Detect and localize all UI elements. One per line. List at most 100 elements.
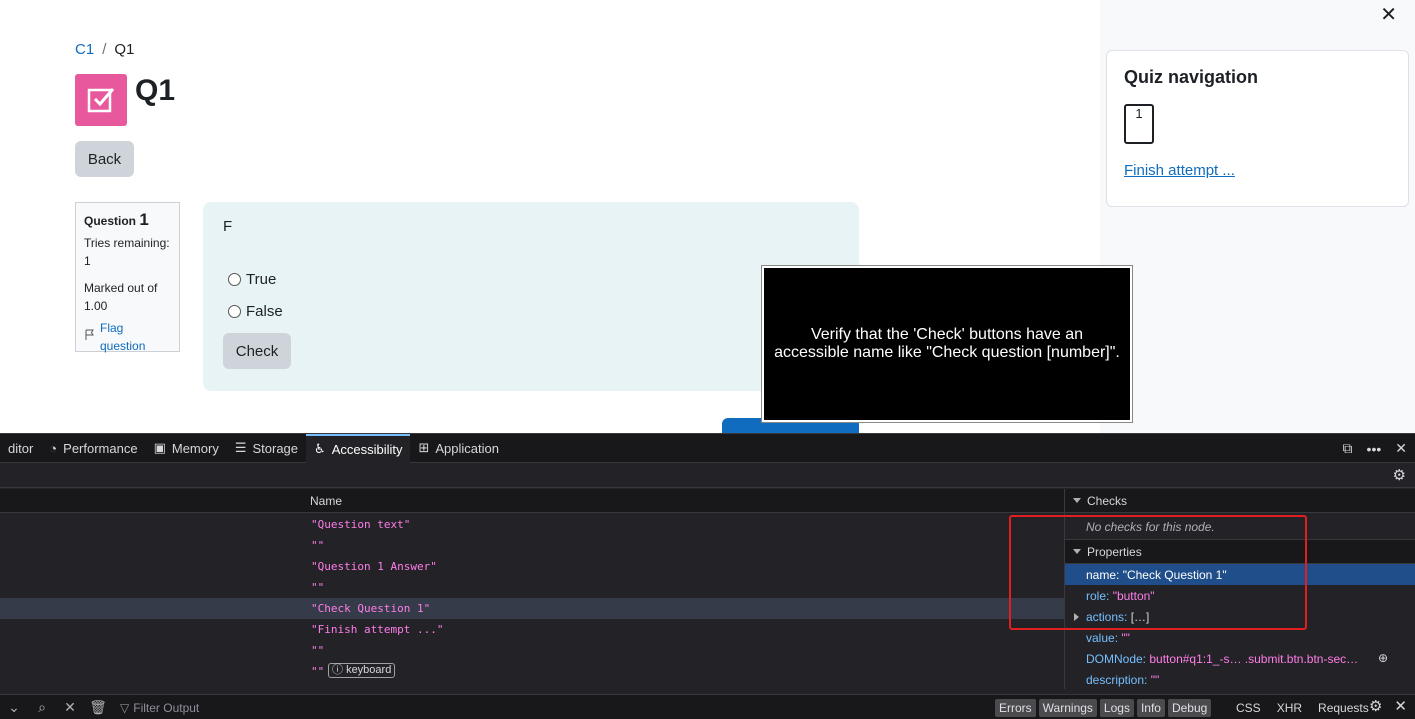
moodle-page: C1 / Q1 Q1 Back Question 1 Tries remaini… (0, 0, 1415, 433)
checks-header-label: Checks (1087, 493, 1128, 508)
flag-question-label: Flag question (100, 321, 146, 353)
finish-attempt-link[interactable]: Finish attempt ... (1124, 162, 1391, 179)
quiz-navigation-title: Quiz navigation (1124, 67, 1259, 87)
tree-row[interactable]: "" (0, 535, 1064, 556)
tree-row[interactable]: "" (0, 577, 1064, 598)
tree-row[interactable]: "Question text" (0, 514, 1064, 535)
console-settings-icon[interactable]: ⚙ (1369, 697, 1382, 715)
filter-icon: ▽ (120, 700, 130, 715)
filter-logs[interactable]: Logs (1099, 699, 1134, 717)
tries-remaining: Tries remaining: 1 (84, 236, 170, 268)
close-icon[interactable]: ✕ (1380, 2, 1397, 27)
tree-header: Name (0, 489, 1064, 513)
tab-memory[interactable]: ▣ Memory (146, 434, 227, 463)
answer-option-false[interactable]: False (223, 295, 839, 327)
application-icon: ⊞ (418, 440, 430, 455)
tab-application[interactable]: ⊞ Application (410, 434, 507, 463)
checks-header[interactable]: Checks (1065, 489, 1415, 513)
search-icon[interactable]: ⌕ (28, 699, 56, 716)
radio-true[interactable] (228, 272, 241, 286)
breadcrumb-separator: / (102, 41, 107, 58)
filter-warnings[interactable]: Warnings (1038, 699, 1097, 717)
filter-errors[interactable]: Errors (995, 699, 1036, 717)
tree-row[interactable]: "" (0, 640, 1064, 661)
filter-requests[interactable]: Requests (1318, 699, 1369, 717)
accessibility-toolbar: ⚙ (0, 464, 1415, 488)
quiz-drawer: ✕ Quiz navigation 1 Finish attempt ... (1100, 0, 1415, 433)
question-info-box: Question 1 Tries remaining: 1 Marked out… (75, 202, 180, 355)
tab-performance-label: Performance (63, 440, 138, 456)
filter-output-placeholder: Filter Output (133, 700, 200, 715)
property-key: description: (1086, 673, 1148, 687)
trash-icon[interactable]: 🗑 (84, 699, 112, 716)
more-options-icon[interactable]: ••• (1367, 441, 1382, 457)
quiz-icon (75, 74, 127, 126)
tree-row-name: "" (311, 665, 325, 678)
answer-label-true: True (246, 270, 277, 288)
keyboard-badge[interactable]: ⓘ keyboard (328, 663, 396, 678)
close-devtools-icon[interactable]: ✕ (1395, 440, 1407, 457)
tree-row[interactable]: "Question 1 Answer" (0, 556, 1064, 577)
radio-false[interactable] (228, 304, 241, 318)
tab-performance[interactable]: ◔ Performance (41, 434, 145, 463)
tab-application-label: Application (435, 440, 499, 456)
breadcrumb: C1 / Q1 (75, 41, 134, 58)
page-title: Q1 (135, 74, 176, 107)
tab-accessibility[interactable]: ♿ Accessibility (306, 433, 411, 463)
question-number-value: 1 (139, 210, 149, 229)
filter-output-input[interactable]: ▽ Filter Output (120, 701, 199, 715)
question-content: F True False Check (203, 202, 859, 391)
filter-xhr[interactable]: XHR (1277, 699, 1302, 717)
tree-row-name: "" (311, 581, 325, 594)
quiz-nav-button-1[interactable]: 1 (1124, 104, 1154, 144)
tab-style-editor[interactable]: ditor (0, 434, 41, 463)
storage-icon: ☰ (234, 440, 247, 455)
question-text: F (223, 218, 233, 235)
tree-row-name: "Finish attempt ..." (311, 623, 444, 636)
back-button[interactable]: Back (75, 141, 134, 177)
keyboard-badge-label: keyboard (346, 664, 392, 676)
console-bar: ⌄ ⌕ ✕ 🗑 ▽ Filter Output Errors Warnings … (0, 694, 1415, 719)
tree-row[interactable]: "Finish attempt ..." (0, 619, 1064, 640)
property-description[interactable]: description: "" (1065, 669, 1415, 690)
performance-icon: ◔ (49, 440, 58, 456)
property-key: DOMNode: (1086, 652, 1147, 666)
close-console-icon[interactable]: ✕ (1394, 697, 1407, 715)
accessibility-tree: "Question text" "" "Question 1 Answer" "… (0, 514, 1064, 689)
gear-icon[interactable]: ⚙ (1393, 466, 1406, 484)
expand-triangle-icon (1073, 498, 1081, 503)
breadcrumb-course-link[interactable]: C1 (75, 41, 94, 58)
dock-icon[interactable]: ⧉ (1343, 440, 1353, 457)
network-filters: CSS XHR Requests (1236, 699, 1369, 717)
tree-row-name: "Question text" (311, 518, 411, 531)
property-value-row[interactable]: value: "" (1065, 627, 1415, 648)
chevron-down-icon[interactable]: ⌄ (0, 699, 28, 716)
console-controls: ⚙ ✕ (1369, 697, 1407, 715)
instruction-overlay: Verify that the 'Check' buttons have an … (762, 266, 1132, 422)
property-value: "" (1121, 631, 1130, 645)
tree-row-selected[interactable]: "Check Question 1" (0, 598, 1064, 619)
question-number: Question 1 (84, 211, 171, 230)
answer-option-true[interactable]: True (223, 263, 839, 295)
filter-info[interactable]: Info (1136, 699, 1165, 717)
accessibility-icon: ♿ (314, 441, 326, 456)
check-button[interactable]: Check (223, 333, 291, 369)
quiz-navigation-block: Quiz navigation 1 Finish attempt ... (1106, 50, 1409, 207)
memory-icon: ▣ (153, 440, 166, 455)
devtools-tab-bar: ditor ◔ Performance ▣ Memory ☰ Storage ♿… (0, 433, 1415, 463)
tree-row-name: "" (311, 539, 325, 552)
tab-storage-label: Storage (252, 440, 299, 456)
tree-row[interactable]: "" ⓘ keyboard (0, 661, 1064, 682)
clear-icon[interactable]: ✕ (56, 699, 84, 716)
filter-debug[interactable]: Debug (1167, 699, 1212, 717)
flag-question-link[interactable]: Flag question (84, 319, 171, 355)
tab-memory-label: Memory (171, 440, 219, 456)
tab-storage[interactable]: ☰ Storage (227, 434, 306, 463)
property-domnode[interactable]: DOMNode: button#q1:1_-s… .submit.btn.btn… (1065, 648, 1415, 669)
select-node-icon[interactable]: ⊕ (1378, 651, 1388, 665)
breadcrumb-current: Q1 (114, 41, 135, 58)
tree-row-name: "Check Question 1" (311, 602, 431, 615)
tree-header-name: Name (310, 494, 343, 508)
flag-icon (84, 328, 96, 346)
filter-css[interactable]: CSS (1236, 699, 1261, 717)
